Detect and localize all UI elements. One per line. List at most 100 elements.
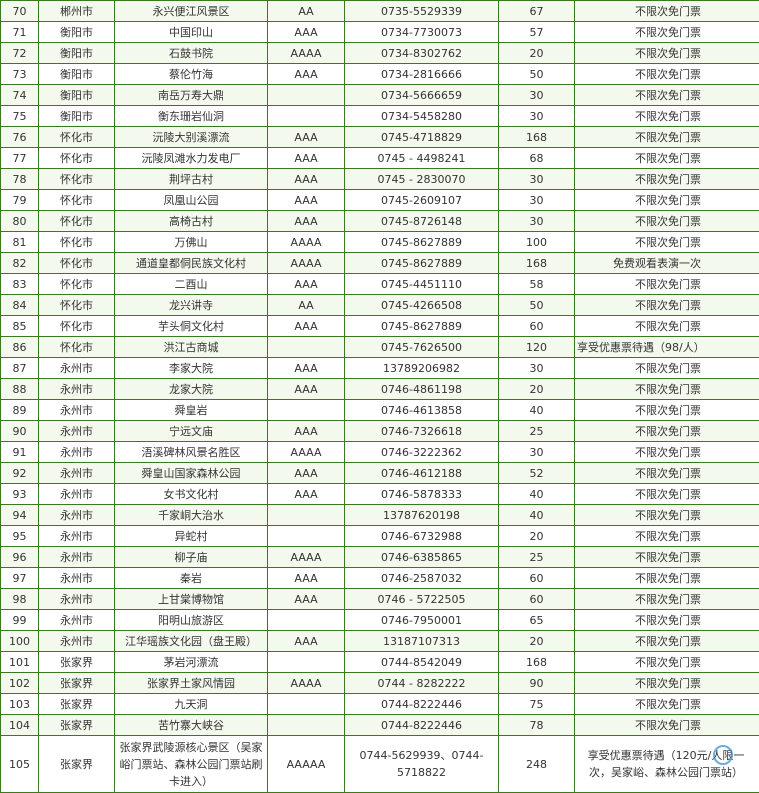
cell-phone: 0746-4612188: [345, 463, 499, 484]
cell-rating: AA: [268, 295, 345, 316]
cell-city: 郴州市: [39, 1, 115, 22]
cell-phone: 0734-7730073: [345, 22, 499, 43]
table-row: 70郴州市永兴便江风景区AA0735-552933967不限次免门票: [1, 1, 759, 22]
cell-benefit: 不限次免门票: [575, 295, 759, 316]
table-row: 72衡阳市石鼓书院AAAA0734-830276220不限次免门票: [1, 43, 759, 64]
cell-city: 永州市: [39, 400, 115, 421]
cell-rating: AAA: [268, 190, 345, 211]
table-row: 93永州市女书文化村AAA0746-587833340不限次免门票: [1, 484, 759, 505]
cell-rating: AAAA: [268, 253, 345, 274]
table-row: 89永州市舜皇岩0746-461385840不限次免门票: [1, 400, 759, 421]
table-body: 70郴州市永兴便江风景区AA0735-552933967不限次免门票71衡阳市中…: [1, 1, 759, 793]
cell-row-number: 84: [1, 295, 39, 316]
cell-row-number: 79: [1, 190, 39, 211]
cell-phone: 0735-5529339: [345, 1, 499, 22]
cell-city: 永州市: [39, 505, 115, 526]
table-row: 97永州市秦岩AAA0746-258703260不限次免门票: [1, 568, 759, 589]
cell-phone: 0745-8627889: [345, 253, 499, 274]
cell-row-number: 93: [1, 484, 39, 505]
cell-city: 张家界: [39, 715, 115, 736]
table-row: 99永州市阳明山旅游区0746-795000165不限次免门票: [1, 610, 759, 631]
cell-city: 衡阳市: [39, 22, 115, 43]
cell-rating: AAAA: [268, 43, 345, 64]
table-row: 96永州市柳子庙AAAA0746-638586525不限次免门票: [1, 547, 759, 568]
table-row: 100永州市江华瑶族文化园（盘王殿）AAA1318710731320不限次免门票: [1, 631, 759, 652]
cell-ticket-price: 50: [499, 295, 575, 316]
table-row: 90永州市宁远文庙AAA0746-732661825不限次免门票: [1, 421, 759, 442]
cell-rating: AAA: [268, 316, 345, 337]
cell-ticket-price: 168: [499, 127, 575, 148]
cell-benefit: 不限次免门票: [575, 169, 759, 190]
cell-ticket-price: 30: [499, 106, 575, 127]
cell-rating: [268, 694, 345, 715]
cell-scenic-spot: 异蛇村: [115, 526, 268, 547]
cell-city: 永州市: [39, 589, 115, 610]
cell-benefit: 不限次免门票: [575, 400, 759, 421]
cell-row-number: 76: [1, 127, 39, 148]
cell-city: 怀化市: [39, 232, 115, 253]
cell-scenic-spot: 荆坪古村: [115, 169, 268, 190]
table-row: 104张家界苦竹寨大峡谷0744-822244678不限次免门票: [1, 715, 759, 736]
cell-scenic-spot: 衡东珊岩仙洞: [115, 106, 268, 127]
table-row: 73衡阳市蔡伦竹海AAA0734-281666650不限次免门票: [1, 64, 759, 85]
cell-city: 怀化市: [39, 295, 115, 316]
site-watermark: [695, 742, 753, 768]
cell-ticket-price: 20: [499, 631, 575, 652]
cell-rating: AAA: [268, 127, 345, 148]
cell-benefit: 享受优惠票待遇（98/人）: [575, 337, 759, 358]
cell-row-number: 103: [1, 694, 39, 715]
cell-phone: 0744-8222446: [345, 694, 499, 715]
cell-phone: 0746-5878333: [345, 484, 499, 505]
cell-ticket-price: 90: [499, 673, 575, 694]
cell-ticket-price: 100: [499, 232, 575, 253]
cell-rating: AAA: [268, 484, 345, 505]
cell-ticket-price: 40: [499, 400, 575, 421]
cell-rating: AAAA: [268, 442, 345, 463]
cell-ticket-price: 248: [499, 736, 575, 793]
cell-rating: AAA: [268, 274, 345, 295]
cell-city: 怀化市: [39, 190, 115, 211]
cell-rating: AAA: [268, 568, 345, 589]
cell-benefit: 不限次免门票: [575, 694, 759, 715]
cell-phone: 0745-4718829: [345, 127, 499, 148]
table-row: 81怀化市万佛山AAAA0745-8627889100不限次免门票: [1, 232, 759, 253]
cell-row-number: 94: [1, 505, 39, 526]
cell-rating: AAA: [268, 64, 345, 85]
cell-rating: [268, 526, 345, 547]
cell-row-number: 90: [1, 421, 39, 442]
table-row: 102张家界张家界土家风情园AAAA0744 - 828222290不限次免门票: [1, 673, 759, 694]
cell-benefit: 不限次免门票: [575, 652, 759, 673]
cell-phone: 0744-8222446: [345, 715, 499, 736]
cell-benefit: 不限次免门票: [575, 484, 759, 505]
cell-scenic-spot: 芋头侗文化村: [115, 316, 268, 337]
cell-phone: 0745-8627889: [345, 232, 499, 253]
cell-city: 怀化市: [39, 127, 115, 148]
cell-row-number: 81: [1, 232, 39, 253]
cell-phone: 0746 - 5722505: [345, 589, 499, 610]
cell-city: 张家界: [39, 652, 115, 673]
cell-phone: 13187107313: [345, 631, 499, 652]
cell-rating: AAA: [268, 463, 345, 484]
cell-phone: 0734-5458280: [345, 106, 499, 127]
cell-scenic-spot: 龙家大院: [115, 379, 268, 400]
cell-scenic-spot: 永兴便江风景区: [115, 1, 268, 22]
cell-scenic-spot: 苦竹寨大峡谷: [115, 715, 268, 736]
table-row: 80怀化市高椅古村AAA0745-872614830不限次免门票: [1, 211, 759, 232]
cell-ticket-price: 40: [499, 505, 575, 526]
cell-city: 衡阳市: [39, 106, 115, 127]
cell-scenic-spot: 二酉山: [115, 274, 268, 295]
cell-rating: AAA: [268, 211, 345, 232]
cell-scenic-spot: 秦岩: [115, 568, 268, 589]
cell-scenic-spot: 江华瑶族文化园（盘王殿）: [115, 631, 268, 652]
cell-row-number: 73: [1, 64, 39, 85]
cell-city: 张家界: [39, 694, 115, 715]
cell-ticket-price: 58: [499, 274, 575, 295]
cell-benefit: 不限次免门票: [575, 85, 759, 106]
cell-scenic-spot: 沅陵大别溪漂流: [115, 127, 268, 148]
cell-rating: AAA: [268, 421, 345, 442]
cell-scenic-spot: 石鼓书院: [115, 43, 268, 64]
cell-scenic-spot: 高椅古村: [115, 211, 268, 232]
cell-rating: AAA: [268, 169, 345, 190]
cell-rating: [268, 337, 345, 358]
cell-row-number: 105: [1, 736, 39, 793]
